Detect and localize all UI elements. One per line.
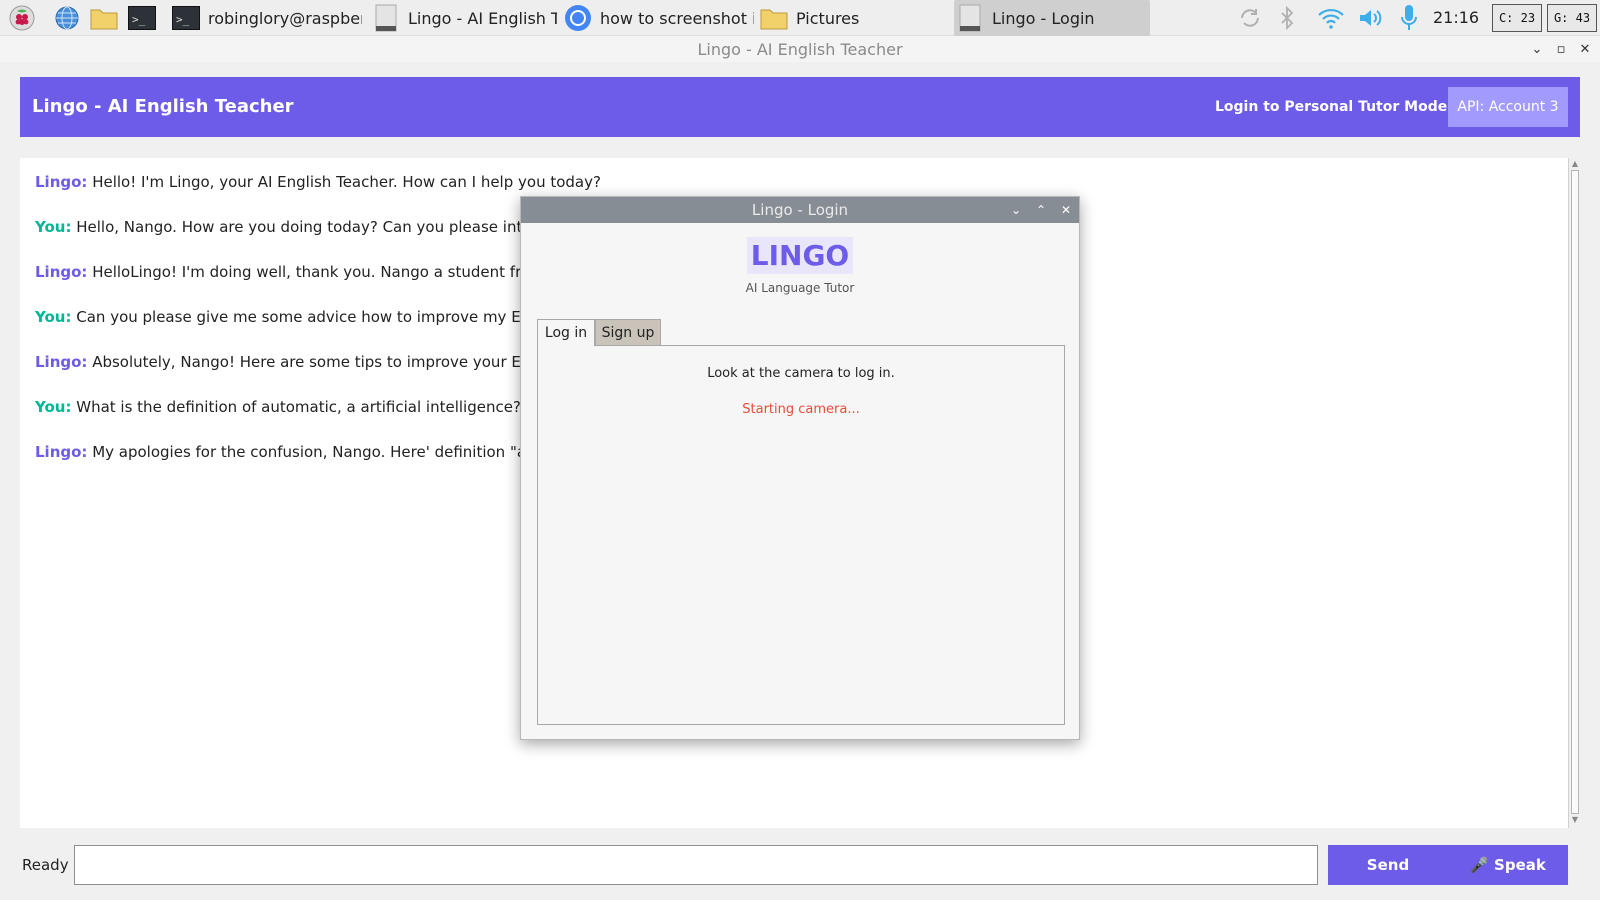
api-account-button[interactable]: API: Account 3 [1448, 87, 1568, 127]
task-label: Lingo - AI English Te.. [408, 8, 557, 28]
brand-logo: LINGO [521, 237, 1079, 274]
chat-message: Lingo: Hello! I'm Lingo, your AI English… [35, 172, 601, 192]
tab-log-in[interactable]: Log in [537, 319, 595, 346]
app-header: Lingo - AI English Teacher Login to Pers… [20, 77, 1580, 137]
message-text: Hello, Nango. How are you doing today? C… [76, 218, 557, 236]
chat-scrollbar[interactable]: ▲ ▼ [1568, 158, 1580, 828]
status-label: Ready [22, 856, 69, 874]
dialog-maximize-icon[interactable]: ⌃ [1032, 201, 1050, 219]
message-text: Hello! I'm Lingo, your AI English Teache… [92, 173, 601, 191]
window-titlebar[interactable]: Lingo - AI English Teacher ⌄ ▫ ✕ [0, 36, 1600, 62]
task-chromium[interactable]: how to screenshot in.. [564, 0, 754, 36]
bluetooth-icon[interactable] [1276, 4, 1298, 32]
login-dialog: Lingo - Login ⌄ ⌃ ✕ LINGO AI Language Tu… [520, 196, 1080, 740]
app-title: Lingo - AI English Teacher [32, 96, 294, 117]
dialog-minimize-icon[interactable]: ⌄ [1007, 201, 1025, 219]
wifi-icon[interactable] [1316, 4, 1346, 32]
message-text: Can you please give me some advice how t… [76, 308, 566, 326]
camera-hint: Look at the camera to log in. [707, 366, 895, 381]
message-text: My apologies for the confusion, Nango. H… [92, 443, 561, 461]
app-window-icon [956, 4, 984, 32]
message-text: What is the definition of automatic, a a… [76, 398, 521, 416]
message-speaker: Lingo: [35, 263, 88, 281]
personal-tutor-login-link[interactable]: Login to Personal Tutor Mode [1215, 77, 1447, 137]
task-label: Pictures [796, 8, 860, 28]
browser-globe-icon[interactable] [53, 4, 81, 32]
maximize-icon[interactable]: ▫ [1552, 40, 1570, 58]
chat-message: You: Hello, Nango. How are you doing tod… [35, 217, 556, 237]
app-window-icon [372, 4, 400, 32]
terminal-icon: >_ [172, 4, 200, 32]
chat-message: You: What is the definition of automatic… [35, 397, 521, 417]
task-label: robinglory@raspberr.. [208, 8, 362, 28]
brand-tagline: AI Language Tutor [745, 281, 855, 295]
terminal-launcher-icon[interactable]: >_ [128, 4, 156, 32]
chat-message: You: Can you please give me some advice … [35, 307, 565, 327]
gpu-meter[interactable]: G: 43 [1547, 4, 1597, 32]
volume-icon[interactable] [1356, 4, 1386, 32]
microphone-icon[interactable] [1398, 4, 1420, 32]
svg-text:>_: >_ [176, 13, 190, 26]
tab-sign-up[interactable]: Sign up [595, 319, 661, 345]
message-speaker: You: [35, 218, 72, 236]
chat-message: Lingo: Absolutely, Nango! Here are some … [35, 352, 566, 372]
task-pictures[interactable]: Pictures [760, 0, 880, 36]
file-manager-icon[interactable] [90, 4, 118, 32]
sync-icon[interactable] [1236, 4, 1264, 32]
dialog-close-icon[interactable]: ✕ [1057, 201, 1075, 219]
message-text: HelloLingo! I'm doing well, thank you. N… [92, 263, 559, 281]
task-lingo-main[interactable]: Lingo - AI English Te.. [372, 0, 557, 36]
message-speaker: You: [35, 398, 72, 416]
scroll-up-icon[interactable]: ▲ [1570, 159, 1580, 169]
window-title: Lingo - AI English Teacher [697, 40, 903, 59]
message-text: Absolutely, Nango! Here are some tips to… [92, 353, 566, 371]
cpu-meter[interactable]: C: 23 [1492, 4, 1542, 32]
minimize-icon[interactable]: ⌄ [1528, 40, 1546, 58]
task-label: Lingo - Login [992, 8, 1095, 28]
send-button[interactable]: Send [1328, 845, 1448, 885]
task-lingo-login[interactable]: Lingo - Login [954, 0, 1150, 36]
svg-text:>_: >_ [132, 13, 146, 26]
message-speaker: Lingo: [35, 353, 88, 371]
dialog-titlebar[interactable]: Lingo - Login ⌄ ⌃ ✕ [521, 197, 1079, 223]
message-speaker: Lingo: [35, 443, 88, 461]
message-input[interactable] [74, 845, 1318, 885]
taskbar: >_ >_ robinglory@raspberr.. Lingo - AI E… [0, 0, 1600, 36]
task-terminal[interactable]: >_ robinglory@raspberr.. [172, 0, 362, 36]
brand-text: LINGO [746, 237, 854, 274]
chromium-icon [564, 4, 592, 32]
speak-button[interactable]: 🎤 Speak [1448, 845, 1568, 885]
scroll-down-icon[interactable]: ▼ [1570, 815, 1580, 825]
chat-message: Lingo: My apologies for the confusion, N… [35, 442, 560, 462]
dialog-title: Lingo - Login [751, 201, 849, 219]
close-icon[interactable]: ✕ [1576, 40, 1594, 58]
clock[interactable]: 21:16 [1433, 0, 1479, 36]
scrollbar-thumb[interactable] [1571, 170, 1579, 814]
camera-status: Starting camera... [742, 402, 860, 417]
message-speaker: You: [35, 308, 72, 326]
message-speaker: Lingo: [35, 173, 88, 191]
folder-icon [760, 4, 788, 32]
raspberry-menu-icon[interactable] [8, 4, 36, 32]
login-tab-panel: Look at the camera to log in. Starting c… [537, 345, 1065, 725]
task-label: how to screenshot in.. [600, 8, 754, 28]
chat-message: Lingo: HelloLingo! I'm doing well, thank… [35, 262, 559, 282]
